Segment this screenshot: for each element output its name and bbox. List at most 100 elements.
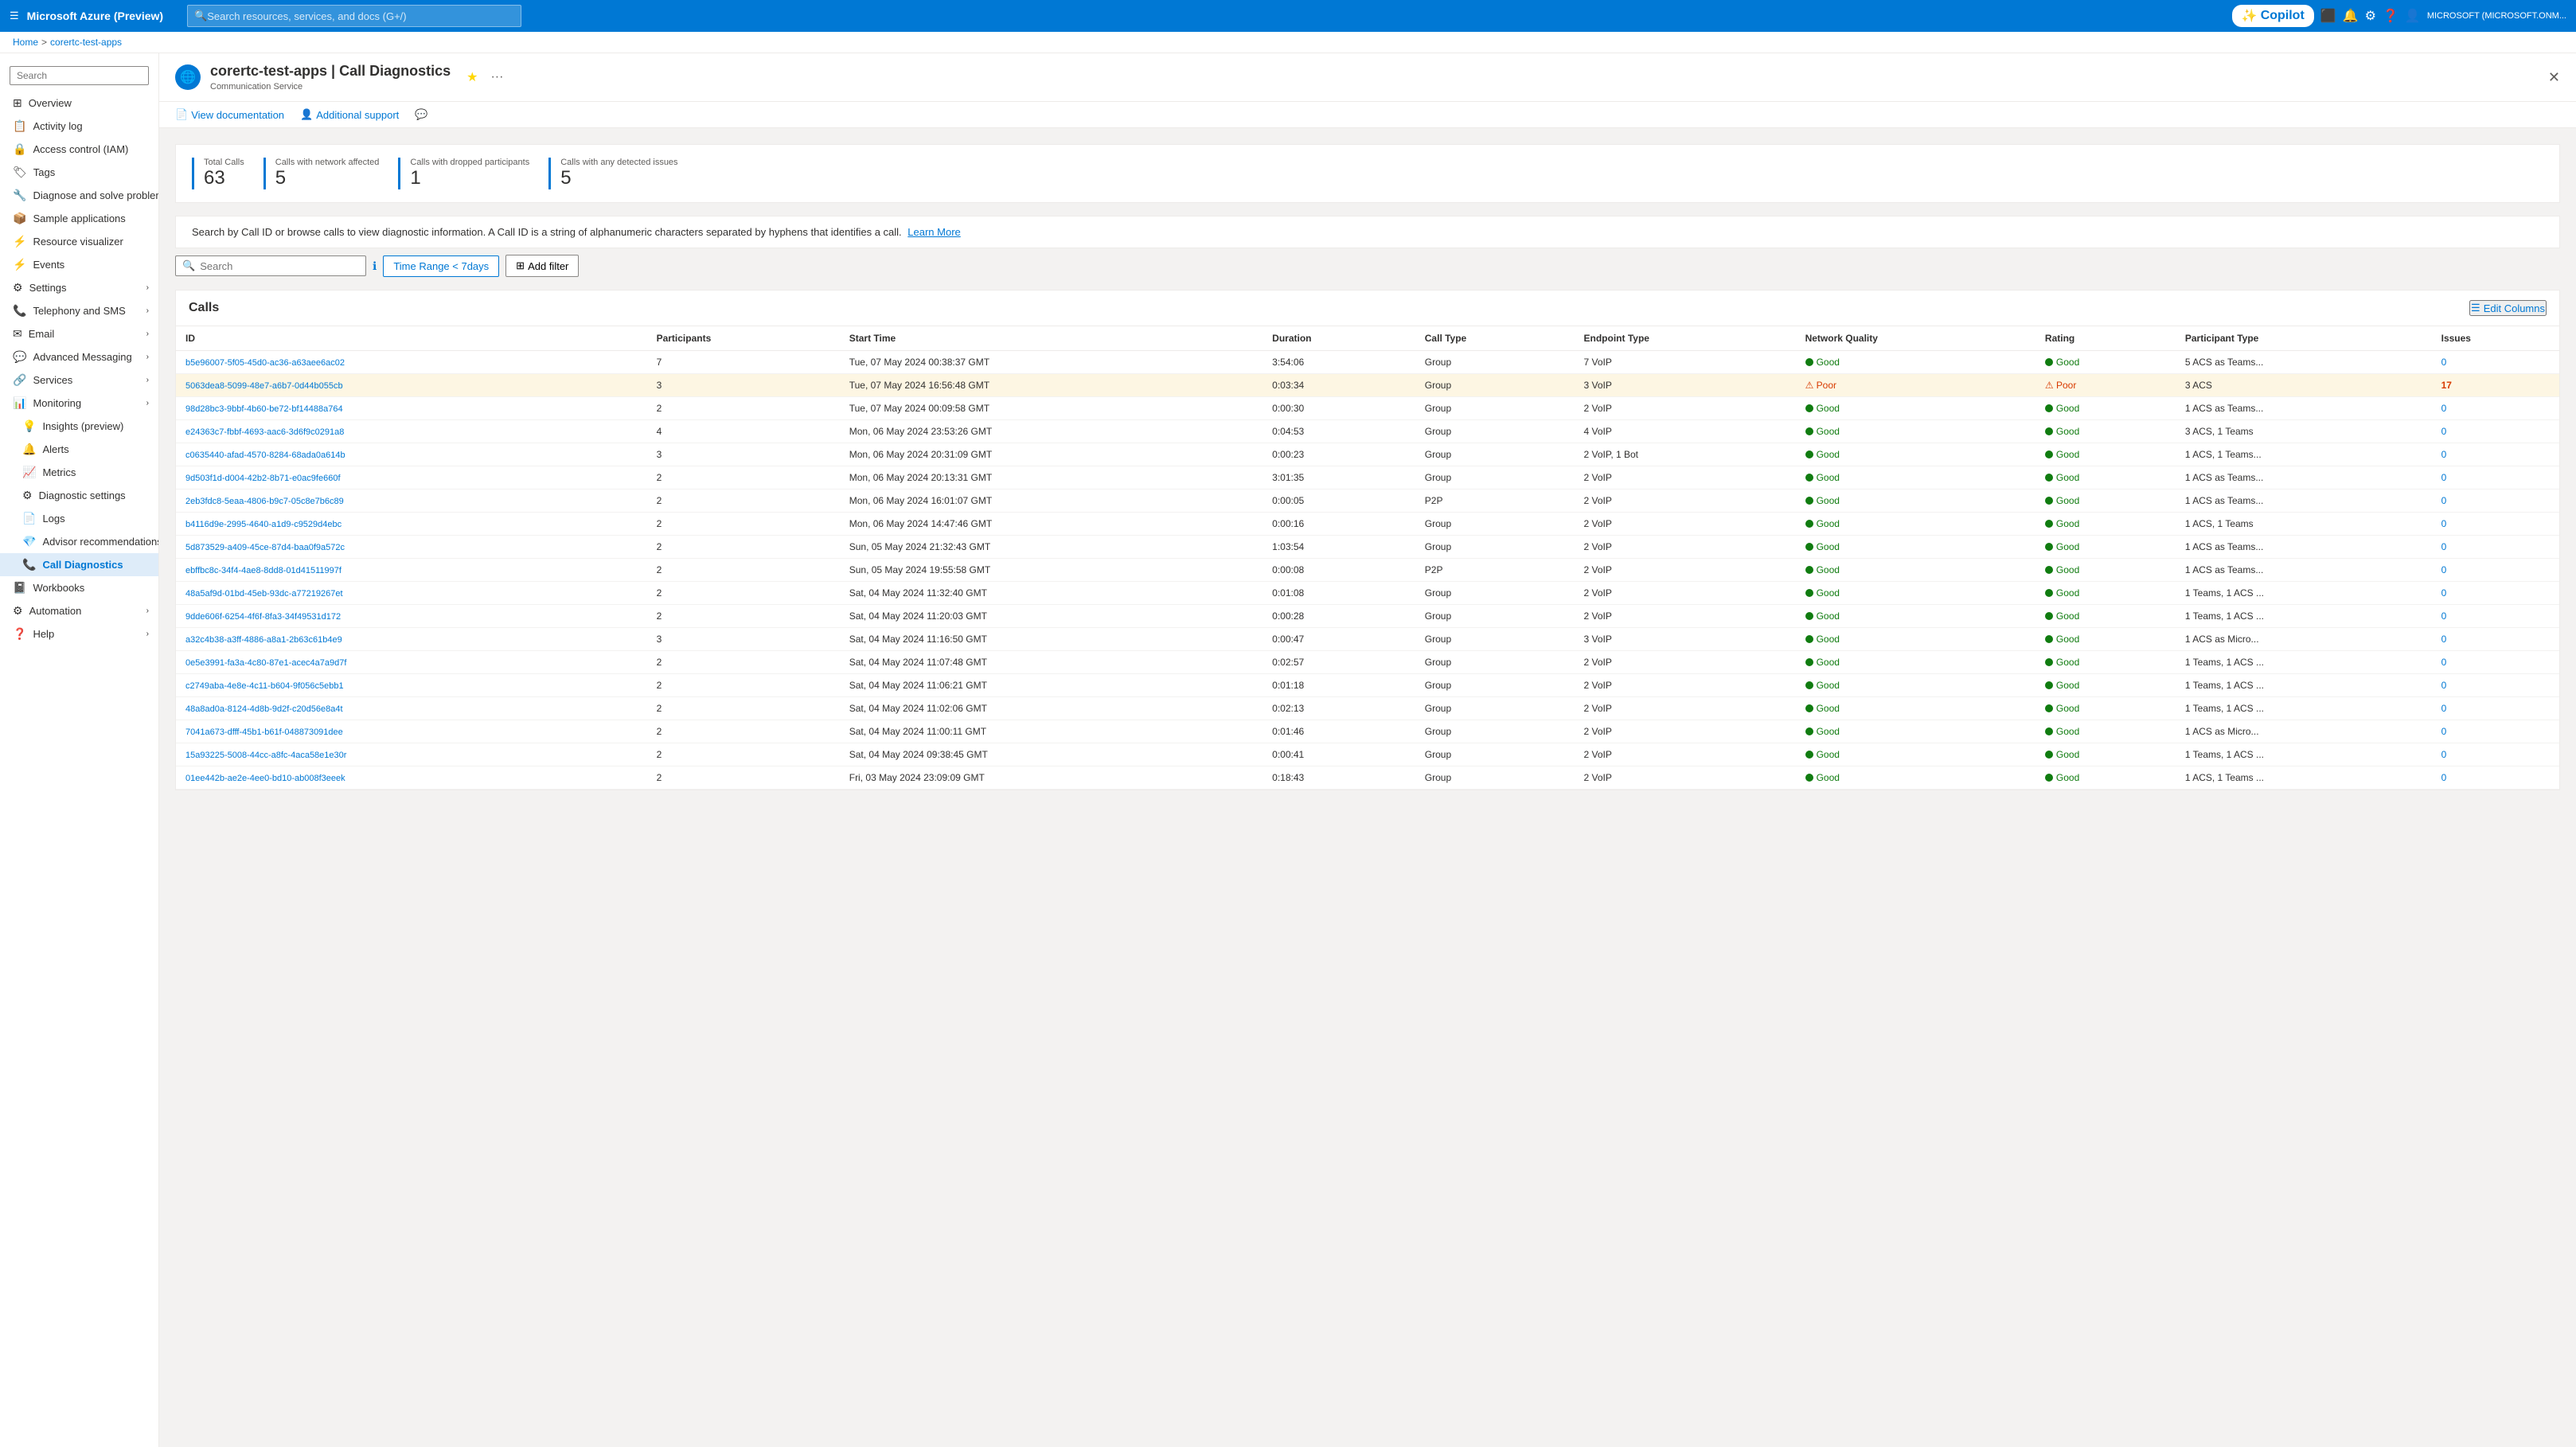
sidebar-item-advanced-messaging[interactable]: 💬Advanced Messaging› [0,345,158,369]
endpoint-type-cell: 2 VoIP [1575,559,1796,582]
call-id-link-16[interactable]: 7041a673-dfff-45b1-b61f-048873091dee [185,727,343,737]
global-search-input[interactable] [207,10,514,22]
call-id-link-15[interactable]: 48a8ad0a-8124-4d8b-9d2f-c20d56e8a4t [185,704,343,714]
sidebar-item-diagnose[interactable]: 🔧Diagnose and solve problems [0,184,158,207]
learn-more-link[interactable]: Learn More [907,226,960,238]
call-id-link-11[interactable]: 9dde606f-6254-4f6f-8fa3-34f49531d172 [185,612,341,622]
notifications-icon[interactable]: 🔔 [2343,8,2359,24]
feedback-link[interactable]: 💬 [415,108,427,121]
more-options-icon[interactable]: ··· [490,70,503,84]
help-icon[interactable]: ❓ [2383,8,2398,24]
hamburger-icon[interactable]: ☰ [10,10,19,22]
col-header-network-quality[interactable]: Network Quality [1796,326,2035,351]
settings-icon[interactable]: ⚙ [2365,8,2376,24]
sidebar-item-metrics[interactable]: 📈Metrics [0,461,158,484]
sidebar-item-diagnostic-settings[interactable]: ⚙Diagnostic settings [0,484,158,507]
sidebar-item-automation[interactable]: ⚙Automation› [0,599,158,622]
sidebar-item-call-diagnostics[interactable]: 📞Call Diagnostics [0,553,158,576]
sidebar-label-tags: Tags [33,166,55,178]
network-quality-cell: Good [1796,766,2035,790]
col-header-start-time[interactable]: Start Time [840,326,1263,351]
sidebar-item-sample-apps[interactable]: 📦Sample applications [0,207,158,230]
call-id-link-2[interactable]: 98d28bc3-9bbf-4b60-be72-bf14488a764 [185,404,343,414]
call-id-link-0[interactable]: b5e96007-5f05-45d0-ac36-a63aee6ac02 [185,358,345,368]
call-id-link-14[interactable]: c2749aba-4e8e-4c11-b604-9f056c5ebb1 [185,681,344,691]
sidebar-item-monitoring[interactable]: 📊Monitoring› [0,392,158,415]
global-search-bar[interactable]: 🔍 [187,5,521,27]
col-header-endpoint-type[interactable]: Endpoint Type [1575,326,1796,351]
copilot-button[interactable]: ✨ Copilot [2232,5,2314,27]
sidebar-item-insights[interactable]: 💡Insights (preview) [0,415,158,438]
sidebar-item-advisor-recommendations[interactable]: 💎Advisor recommendations [0,530,158,553]
call-id-link-10[interactable]: 48a5af9d-01bd-45eb-93dc-a77219267et [185,589,343,599]
col-header-rating[interactable]: Rating [2035,326,2176,351]
call-id-link-1[interactable]: 5063dea8-5099-48e7-a6b7-0d44b055cb [185,381,343,391]
sidebar-item-events[interactable]: ⚡Events [0,253,158,276]
sidebar-item-telephony-sms[interactable]: 📞Telephony and SMS› [0,299,158,322]
sidebar-icon-tags: 🏷 [13,166,27,179]
issues-cell: 0 [2432,766,2559,790]
participants-cell: 2 [647,743,840,766]
table-header: IDParticipantsStart TimeDurationCall Typ… [176,326,2559,351]
duration-cell: 0:00:30 [1263,397,1415,420]
sidebar-item-activity-log[interactable]: 📋Activity log [0,115,158,138]
issues-cell: 0 [2432,559,2559,582]
breadcrumb-home[interactable]: Home [13,37,38,48]
cloud-shell-icon[interactable]: ⬛ [2320,8,2336,24]
favorite-star[interactable]: ★ [466,69,478,85]
participant-type-cell: 1 Teams, 1 ACS ... [2176,674,2432,697]
doc-icon: 📄 [175,108,188,121]
call-id-link-13[interactable]: 0e5e3991-fa3a-4c80-87e1-acec4a7a9d7f [185,658,346,668]
rating-cell: Good [2035,697,2176,720]
edit-columns-button[interactable]: ☰ Edit Columns [2469,300,2547,316]
duration-cell: 0:02:13 [1263,697,1415,720]
user-icon[interactable]: 👤 [2405,8,2421,24]
sidebar-item-overview[interactable]: ⊞Overview [0,92,158,115]
endpoint-type-cell: 2 VoIP [1575,766,1796,790]
col-header-participants[interactable]: Participants [647,326,840,351]
calls-search-box[interactable]: 🔍 [175,255,366,276]
page-title: corertc-test-apps | Call Diagnostics [210,63,451,80]
col-header-id[interactable]: ID [176,326,647,351]
call-id-link-5[interactable]: 9d503f1d-d004-42b2-8b71-e0ac9fe660f [185,474,341,483]
sidebar-item-help[interactable]: ❓Help› [0,622,158,645]
col-header-issues[interactable]: Issues [2432,326,2559,351]
sidebar-item-access-control[interactable]: 🔒Access control (IAM) [0,138,158,161]
filter-icon: ⊞ [516,259,525,272]
view-documentation-link[interactable]: 📄 View documentation [175,108,284,121]
call-id-link-8[interactable]: 5d873529-a409-45ce-87d4-baa0f9a572c [185,543,345,552]
info-icon[interactable]: ℹ [373,259,377,273]
sidebar-item-email[interactable]: ✉Email› [0,322,158,345]
issues-cell: 0 [2432,697,2559,720]
sidebar-item-services[interactable]: 🔗Services› [0,369,158,392]
time-range-button[interactable]: Time Range < 7days [383,255,499,277]
call-id-link-18[interactable]: 01ee442b-ae2e-4ee0-bd10-ab008f3eeek [185,774,345,783]
sidebar-item-alerts[interactable]: 🔔Alerts [0,438,158,461]
sidebar-label-monitoring: Monitoring [33,397,81,409]
call-id-link-3[interactable]: e24363c7-fbbf-4693-aac6-3d6f9c0291a8 [185,427,344,437]
sidebar-item-resource-visualizer[interactable]: ⚡Resource visualizer [0,230,158,253]
duration-cell: 0:00:47 [1263,628,1415,651]
call-id-link-12[interactable]: a32c4b38-a3ff-4886-a8a1-2b63c61b4e9 [185,635,342,645]
call-id-link-7[interactable]: b4116d9e-2995-4640-a1d9-c9529d4ebc [185,520,342,529]
call-id-link-17[interactable]: 15a93225-5008-44cc-a8fc-4aca58e1e30r [185,751,346,760]
col-header-call-type[interactable]: Call Type [1415,326,1575,351]
calls-search-input[interactable] [200,260,359,272]
breadcrumb-sep1: > [41,37,47,48]
additional-support-link[interactable]: 👤 Additional support [300,108,399,121]
call-id-link-4[interactable]: c0635440-afad-4570-8284-68ada0a614b [185,450,345,460]
participants-cell: 4 [647,420,840,443]
breadcrumb-resource[interactable]: corertc-test-apps [50,37,122,48]
add-filter-button[interactable]: ⊞ Add filter [505,255,579,277]
call-type-cell: Group [1415,582,1575,605]
col-header-participant-type[interactable]: Participant Type [2176,326,2432,351]
call-id-link-6[interactable]: 2eb3fdc8-5eaa-4806-b9c7-05c8e7b6c89 [185,497,344,506]
col-header-duration[interactable]: Duration [1263,326,1415,351]
sidebar-item-settings[interactable]: ⚙Settings› [0,276,158,299]
sidebar-item-logs[interactable]: 📄Logs [0,507,158,530]
sidebar-item-workbooks[interactable]: 📓Workbooks [0,576,158,599]
close-button[interactable]: ✕ [2548,69,2560,86]
sidebar-search-input[interactable] [10,66,149,85]
sidebar-item-tags[interactable]: 🏷 Tags [0,161,158,184]
call-id-link-9[interactable]: ebffbc8c-34f4-4ae8-8dd8-01d41511997f [185,566,342,575]
